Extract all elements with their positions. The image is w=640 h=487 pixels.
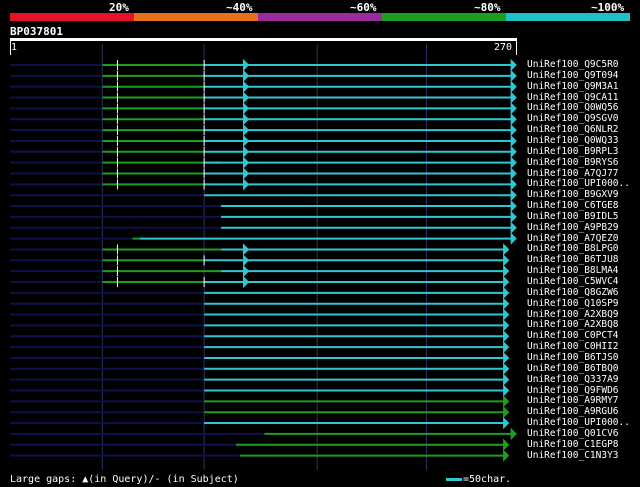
hit-name-link[interactable]: UniRef100_Q10SP9 [527,298,619,309]
hit-name-link[interactable]: UniRef100_Q9T094 [527,70,619,81]
hsp-end-arrow [503,373,510,386]
hsp-end-arrow [503,254,510,267]
hsp-end-arrow [510,178,517,191]
hit-name-link[interactable]: UniRef100_B8LMA4 [527,266,619,276]
hsp-end-arrow [503,340,510,354]
hit-name-link[interactable]: UniRef100_Q8GZW6 [527,287,619,298]
hsp-end-arrow [242,178,250,191]
hit-name-link[interactable]: UniRef100_Q9FWD6 [527,385,619,396]
hit-name-link[interactable]: UniRef100_A2XBQ8 [527,320,619,330]
hit-name-link[interactable]: UniRef100_UPI000.. [527,418,630,428]
hit-name-link[interactable]: UniRef100_A9RGU6 [527,407,619,417]
hsp-end-arrow [503,362,510,376]
hsp-end-arrow [510,145,517,159]
hsp-end-arrow [503,319,510,332]
hit-name-link[interactable]: UniRef100_Q6NLR2 [527,125,619,135]
hsp-end-arrow [503,438,510,451]
hsp-end-arrow [503,308,510,321]
hsp-end-arrow [242,80,250,93]
scale-swatch [446,478,462,481]
hit-name-link[interactable]: UniRef100_C0HII2 [527,342,619,352]
hsp-end-arrow [510,156,517,169]
hsp-end-arrow [510,167,517,180]
hsp-end-arrow [510,58,517,72]
hsp-end-arrow [503,286,510,300]
hsp-end-arrow [242,156,250,169]
hsp-end-arrow [242,58,250,72]
hit-name-link[interactable]: UniRef100_B9RYS6 [527,157,619,168]
hsp-end-arrow [242,69,250,83]
hit-name-link[interactable]: UniRef100_C6TGE8 [527,201,619,211]
hsp-end-arrow [510,80,517,93]
hit-name-link[interactable]: UniRef100_Q9SGV0 [527,114,619,124]
hsp-end-arrow [242,113,250,126]
hsp-end-arrow [503,275,510,289]
hsp-end-arrow [503,416,510,430]
hit-name-link[interactable]: UniRef100_B8LPG0 [527,244,619,254]
hsp-end-arrow [503,351,510,365]
hit-name-link[interactable]: UniRef100_B6TBQ0 [527,363,619,374]
hit-name-link[interactable]: UniRef100_B6TJU8 [527,255,619,265]
hit-name-link[interactable]: UniRef100_B9GXV9 [527,190,619,200]
hsp-end-arrow [503,297,510,310]
hsp-end-arrow [242,254,250,267]
hsp-end-arrow [510,232,517,245]
hsp-end-arrow [503,243,510,256]
hsp-end-arrow [510,91,517,104]
hsp-end-arrow [510,113,517,126]
gaps-legend: Large gaps: ▲(in Query)/- (in Subject) [10,474,239,485]
hit-name-link[interactable]: UniRef100_Q0WQ33 [527,135,619,146]
hsp-end-arrow [242,145,250,159]
hit-name-link[interactable]: UniRef100_Q01CV6 [527,428,619,439]
hsp-end-arrow [242,275,250,289]
hsp-end-arrow [242,91,250,104]
hit-name-link[interactable]: UniRef100_C1EGP8 [527,439,619,450]
hit-name-link[interactable]: UniRef100_Q9CA11 [527,92,619,103]
scale-legend: =50char. [463,474,512,485]
hsp-end-arrow [510,69,517,83]
hit-name-link[interactable]: UniRef100_A9PB29 [527,222,619,233]
hsp-end-arrow [242,167,250,180]
hit-name-link[interactable]: UniRef100_A7QEZ0 [527,233,619,244]
hit-name-link[interactable]: UniRef100_C5WVC4 [527,277,619,287]
hsp-end-arrow [242,134,250,148]
hsp-end-arrow [510,134,517,148]
hsp-end-arrow [242,264,250,278]
hsp-end-arrow [503,449,510,462]
hit-name-link[interactable]: UniRef100_Q9C5R0 [527,60,619,70]
hsp-end-arrow [510,199,517,213]
hit-name-link[interactable]: UniRef100_C1N3Y3 [527,450,619,461]
hsp-end-arrow [242,123,250,137]
hsp-end-arrow [510,427,517,441]
hsp-end-arrow [242,243,250,256]
hit-name-link[interactable]: UniRef100_B6TJS0 [527,352,619,363]
hsp-end-arrow [242,102,250,115]
hit-name-link[interactable]: UniRef100_B9RPL3 [527,146,619,157]
hsp-end-arrow [503,384,510,397]
hit-name-link[interactable]: UniRef100_Q0WQ56 [527,103,619,113]
hsp-end-arrow [503,330,510,343]
hit-name-link[interactable]: UniRef100_C0PCT4 [527,331,619,341]
hit-name-link[interactable]: UniRef100_A9RMY7 [527,396,619,406]
hsp-end-arrow [510,188,517,202]
hsp-end-arrow [503,405,510,419]
hsp-end-arrow [503,264,510,278]
hit-name-link[interactable]: UniRef100_Q337A9 [527,374,619,385]
hsp-end-arrow [503,395,510,408]
hit-name-link[interactable]: UniRef100_Q9M3A1 [527,81,619,92]
hit-name-link[interactable]: UniRef100_A7QJ77 [527,168,619,179]
hsp-end-arrow [510,221,517,234]
hit-name-link[interactable]: UniRef100_UPI000.. [527,179,630,189]
hit-name-link[interactable]: UniRef100_B9IDL5 [527,211,619,222]
hsp-end-arrow [510,102,517,115]
hit-name-link[interactable]: UniRef100_A2XBQ9 [527,309,619,320]
hsp-end-arrow [510,123,517,137]
hsp-end-arrow [510,210,517,224]
